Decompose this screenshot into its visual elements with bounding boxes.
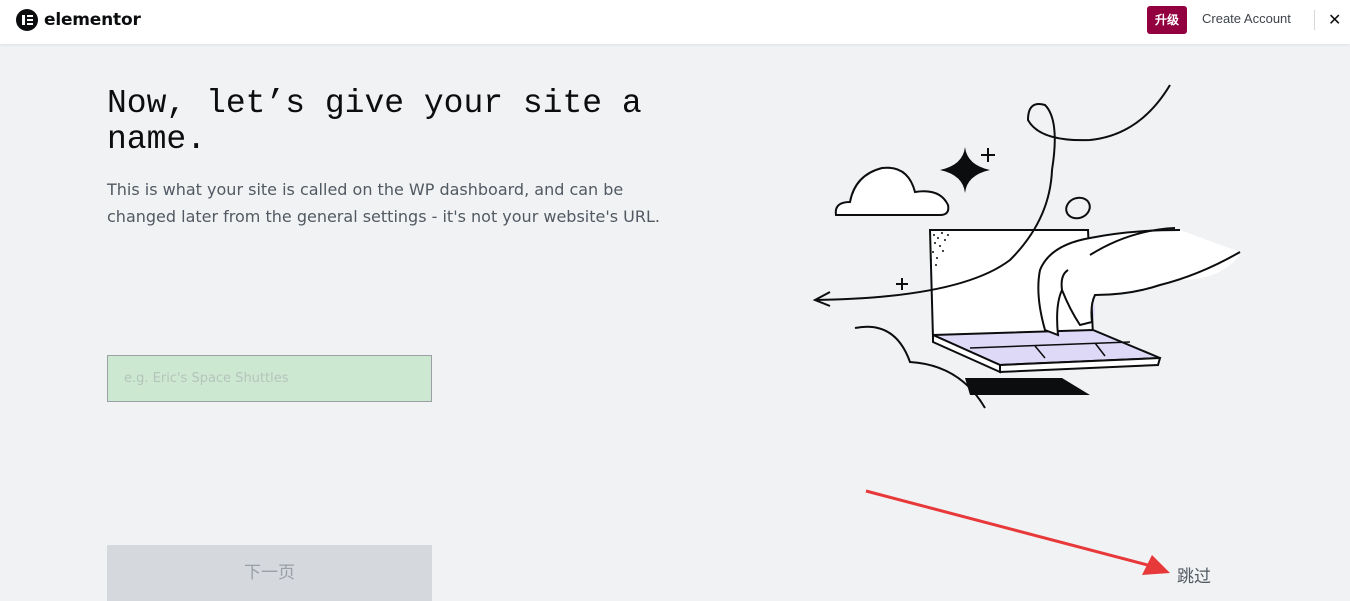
- upgrade-button[interactable]: 升级: [1147, 6, 1187, 34]
- red-arrow-icon: [865, 489, 1170, 575]
- next-button[interactable]: 下一页: [107, 545, 432, 601]
- close-icon[interactable]: ✕: [1328, 9, 1341, 31]
- oval-icon: [1065, 196, 1091, 220]
- page-description: This is what your site is called on the …: [107, 180, 660, 226]
- laptop-shadow: [965, 378, 1090, 395]
- top-bar: elementor 升级 Create Account ✕: [0, 0, 1350, 44]
- elementor-logo: elementor: [16, 9, 141, 31]
- skip-link[interactable]: 跳过: [1177, 562, 1211, 587]
- header-divider: [1314, 10, 1315, 30]
- brand-name: elementor: [44, 10, 141, 30]
- site-name-illustration: [812, 84, 1241, 409]
- page-title: Now, let’s give your site a name.: [107, 85, 642, 158]
- cloud-icon: [834, 166, 950, 216]
- site-name-input[interactable]: [107, 355, 432, 402]
- sparkle-icon: [940, 147, 990, 193]
- create-account-link[interactable]: Create Account: [1202, 11, 1291, 26]
- elementor-logo-icon: [16, 9, 38, 31]
